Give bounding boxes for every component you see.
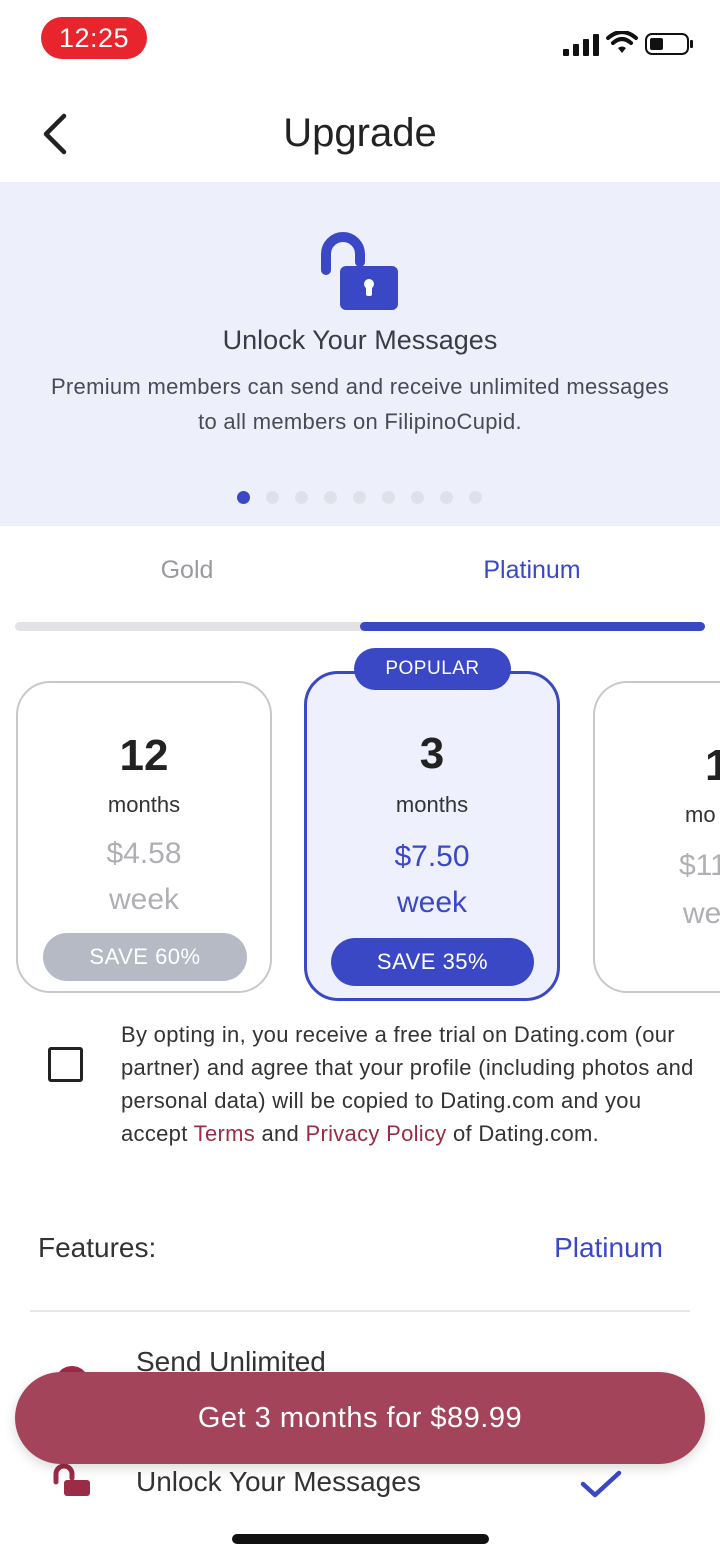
plan-price: $11.: [679, 849, 720, 882]
plan-period: week: [396, 886, 468, 919]
features-plan-column: Platinum: [554, 1232, 663, 1263]
feature-label: Unlock Your Messages: [136, 1466, 421, 1497]
plan-card-3-months[interactable]: 3 months $7.50 week SAVE 35%: [304, 671, 560, 1001]
plan-unit: months: [107, 792, 181, 817]
save-badge: SAVE 35%: [331, 938, 534, 986]
plan-price: $7.50: [394, 840, 470, 873]
plan-price: $4.58: [106, 837, 182, 870]
page-dot-6[interactable]: [382, 491, 395, 504]
features-label: Features:: [38, 1232, 157, 1263]
carousel-title: Unlock Your Messages: [222, 325, 498, 355]
terms-link[interactable]: Terms: [194, 1121, 255, 1146]
privacy-policy-link[interactable]: Privacy Policy: [305, 1121, 446, 1146]
page-dot-5[interactable]: [353, 491, 366, 504]
page-title: Upgrade: [283, 111, 437, 155]
status-bar: 12:25: [0, 0, 720, 80]
plan-period: we: [683, 897, 720, 930]
divider: [30, 1310, 690, 1312]
carousel-description: Premium members can send and receive unl…: [50, 374, 670, 434]
wifi-icon: [606, 31, 638, 53]
tab-gold[interactable]: Gold: [0, 556, 374, 585]
plan-duration: 1: [705, 741, 720, 791]
page-dot-7[interactable]: [411, 491, 424, 504]
optin-checkbox[interactable]: [48, 1047, 83, 1082]
feature-carousel[interactable]: Unlock Your Messages Premium members can…: [0, 182, 720, 526]
battery-icon: [645, 33, 693, 55]
plan-unit: mo: [685, 802, 716, 827]
page-dot-3[interactable]: [295, 491, 308, 504]
carousel-page-indicator: [237, 491, 482, 504]
plan-card-1-month[interactable]: 1 mo $11. we: [593, 681, 720, 993]
optin-text-after: of Dating.com.: [446, 1121, 600, 1146]
page-dot-1[interactable]: [237, 491, 250, 504]
page-dot-9[interactable]: [469, 491, 482, 504]
checkmark-icon: [580, 1470, 622, 1498]
status-time: 12:25: [41, 17, 147, 59]
save-badge: SAVE 60%: [43, 933, 247, 981]
page-dot-8[interactable]: [440, 491, 453, 504]
optin-text-and: and: [255, 1121, 306, 1146]
plan-card-12-months[interactable]: 12 months $4.58 week SAVE 60%: [16, 681, 272, 993]
plan-duration: 12: [119, 731, 169, 780]
purchase-button[interactable]: Get 3 months for $89.99: [15, 1372, 705, 1464]
page-dot-2[interactable]: [266, 491, 279, 504]
optin-text: By opting in, you receive a free trial o…: [121, 1018, 696, 1150]
unlocked-padlock-icon: [53, 1464, 90, 1496]
home-indicator: [232, 1534, 489, 1544]
plan-unit: months: [395, 792, 469, 817]
chevron-left-icon: [43, 113, 67, 155]
popular-badge: POPULAR: [354, 648, 511, 690]
plan-period: week: [108, 883, 180, 916]
page-dot-4[interactable]: [324, 491, 337, 504]
cellular-signal-icon: [563, 34, 599, 56]
tab-platinum[interactable]: Platinum: [360, 556, 704, 585]
back-button[interactable]: [30, 106, 80, 162]
unlocked-padlock-icon: [321, 232, 398, 310]
plan-duration: 3: [419, 729, 445, 778]
tab-active-indicator: [360, 622, 705, 631]
